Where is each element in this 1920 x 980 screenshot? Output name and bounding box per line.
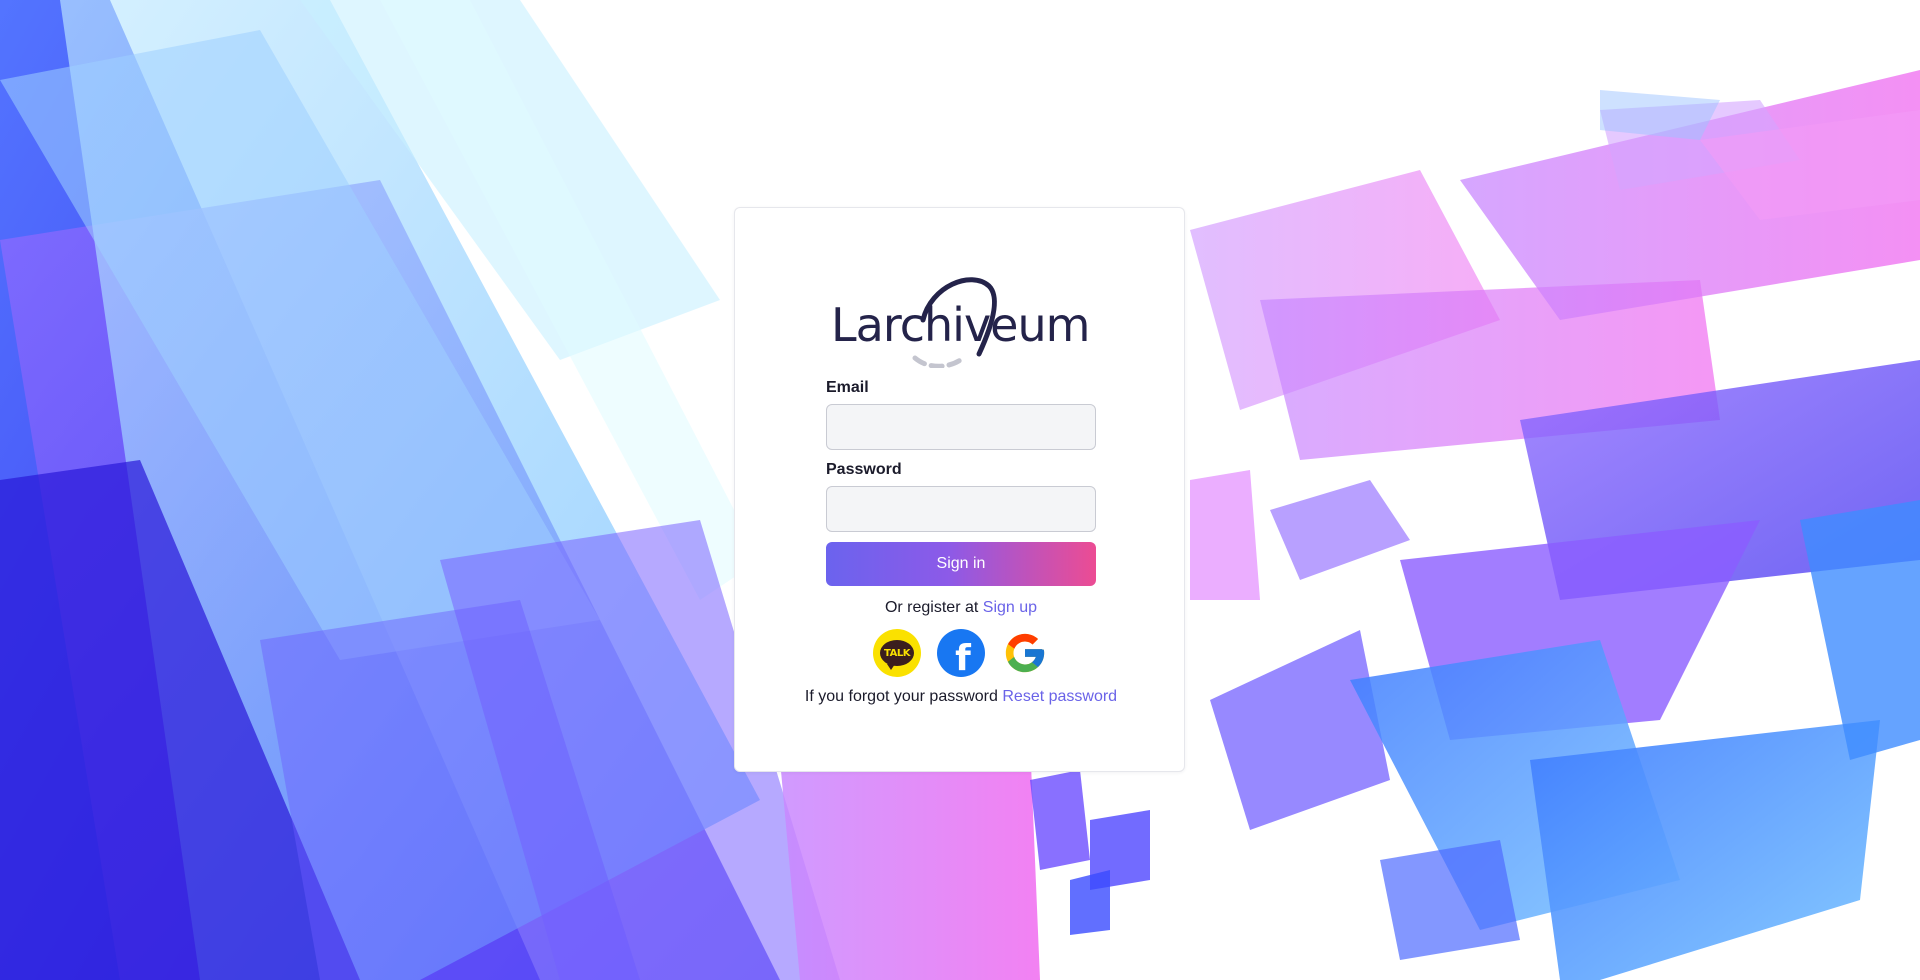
signin-button[interactable]: Sign in: [826, 542, 1096, 586]
signup-link[interactable]: Sign up: [983, 599, 1037, 616]
register-prompt: Or register at Sign up: [826, 598, 1096, 618]
google-icon: [1005, 633, 1045, 673]
register-text: Or register at: [884, 599, 979, 616]
login-page: Larchiveum Email Password Sign in Or reg…: [0, 0, 1920, 980]
social-login-row: TALK f: [826, 629, 1096, 677]
reset-password-link[interactable]: Reset password: [1002, 688, 1117, 705]
password-field[interactable]: [826, 486, 1096, 532]
kakaotalk-icon: TALK: [880, 640, 914, 670]
forgot-password-text: If you forgot your password: [804, 688, 998, 705]
facebook-login-button[interactable]: f: [937, 629, 985, 677]
password-label: Password: [826, 461, 902, 478]
google-login-button[interactable]: [1001, 629, 1049, 677]
email-field[interactable]: [826, 404, 1096, 450]
login-card: Larchiveum Email Password Sign in Or reg…: [734, 207, 1185, 772]
logo-wordmark: Larchiveum: [831, 298, 1090, 352]
kakaotalk-icon-label: TALK: [884, 647, 910, 659]
forgot-password-prompt: If you forgot your password Reset passwo…: [786, 687, 1136, 707]
facebook-icon: f: [955, 638, 971, 679]
login-form: Email Password Sign in Or register at Si…: [805, 378, 1117, 707]
email-label: Email: [826, 379, 869, 396]
larchiveum-logo: Larchiveum: [831, 268, 1091, 368]
kakaotalk-login-button[interactable]: TALK: [873, 629, 921, 677]
